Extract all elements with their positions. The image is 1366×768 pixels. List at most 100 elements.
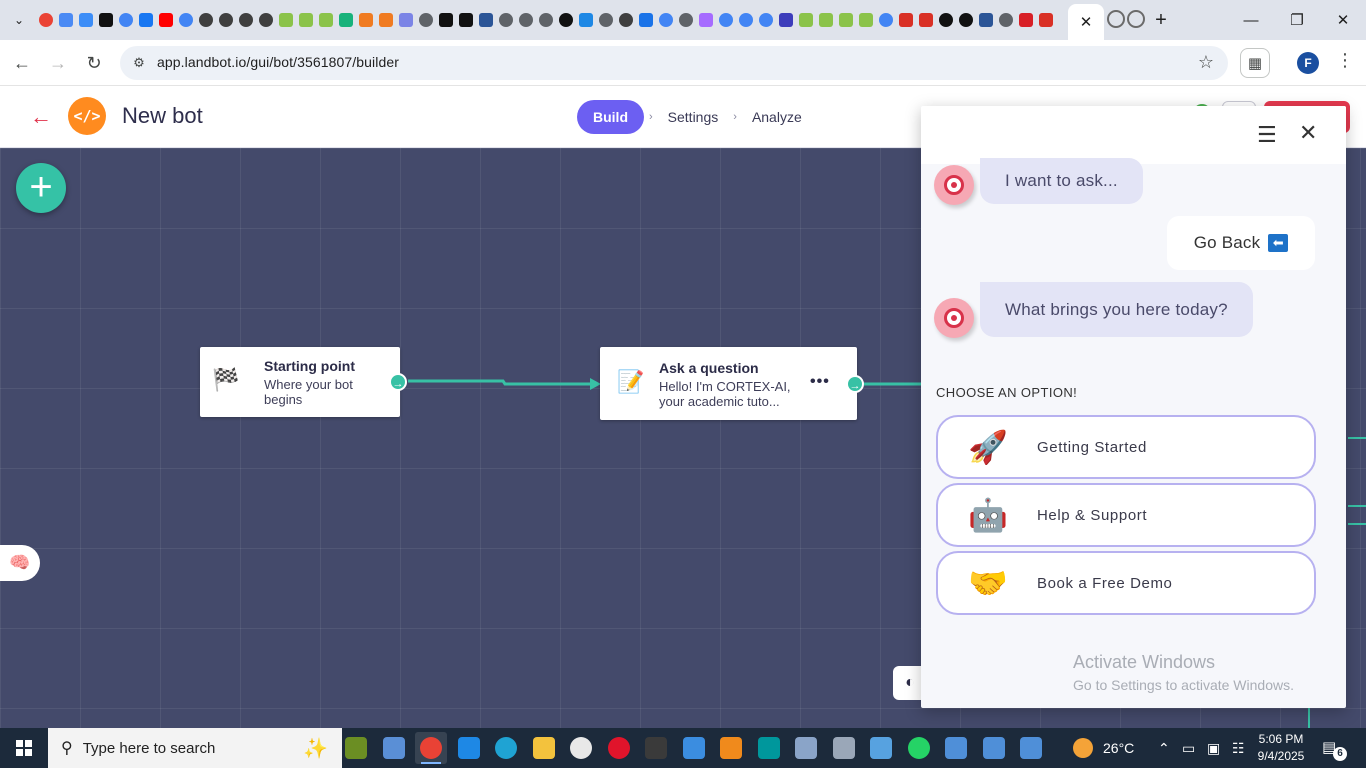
start-node[interactable]: 🏁 Starting point Where your bot begins — [200, 347, 400, 417]
facebook-icon[interactable] — [136, 10, 156, 30]
leaf-icon[interactable] — [856, 10, 876, 30]
restore-button[interactable]: ❐ — [1274, 0, 1320, 40]
leaf-icon[interactable] — [816, 10, 836, 30]
window-close-button[interactable]: ✕ — [1320, 0, 1366, 40]
site-info-icon[interactable]: ⚙ — [130, 54, 148, 72]
bot-name-title[interactable]: New bot — [122, 103, 203, 129]
arduino-icon[interactable] — [753, 732, 785, 764]
list-icon[interactable] — [776, 10, 796, 30]
ai-assistant-brain-icon[interactable]: 🧠 — [0, 545, 40, 581]
google-icon[interactable] — [736, 10, 756, 30]
x-ai-icon[interactable] — [436, 10, 456, 30]
vscode-icon[interactable] — [576, 10, 596, 30]
bookmark-star-icon[interactable]: ☆ — [1198, 52, 1214, 73]
pinned-tab-icon[interactable] — [1107, 10, 1125, 28]
chatgpt-icon[interactable] — [565, 732, 597, 764]
gmail-icon[interactable] — [916, 10, 936, 30]
store-icon[interactable] — [678, 732, 710, 764]
step-settings-tab[interactable]: Settings — [658, 100, 729, 134]
brain-icon[interactable] — [696, 10, 716, 30]
option-help-support-button[interactable]: 🤖 Help & Support — [936, 483, 1316, 547]
paint-icon[interactable] — [865, 732, 897, 764]
folder-icon[interactable] — [940, 732, 972, 764]
globe-icon[interactable] — [996, 10, 1016, 30]
file-explorer-icon[interactable] — [528, 732, 560, 764]
folder-icon[interactable] — [1015, 732, 1047, 764]
step-build-tab[interactable]: Build — [577, 100, 644, 134]
system-clock[interactable]: 5:06 PM 9/4/2025 — [1252, 731, 1310, 765]
globe-icon[interactable] — [496, 10, 516, 30]
hamburger-menu-icon[interactable]: ☰ — [1257, 122, 1277, 148]
globe-icon[interactable] — [516, 10, 536, 30]
orange-box-icon[interactable] — [356, 10, 376, 30]
chatgpt-icon[interactable] — [236, 10, 256, 30]
globe-icon[interactable] — [676, 10, 696, 30]
gmail-icon[interactable] — [1036, 10, 1056, 30]
google-icon[interactable] — [656, 10, 676, 30]
pinned-tab-icon[interactable] — [1127, 10, 1145, 28]
forward-arrow-icon[interactable]: → — [44, 49, 72, 77]
wifi-icon[interactable]: ☷ — [1232, 740, 1245, 757]
my-icon[interactable] — [1016, 10, 1036, 30]
output-port-arrow-icon[interactable]: → — [846, 375, 864, 393]
option-book-demo-button[interactable]: 🤝 Book a Free Demo — [936, 551, 1316, 615]
black-tab-icon[interactable] — [96, 10, 116, 30]
globe-icon[interactable] — [416, 10, 436, 30]
google-icon[interactable] — [876, 10, 896, 30]
leaf-icon[interactable] — [836, 10, 856, 30]
robot-icon[interactable] — [976, 10, 996, 30]
google-icon[interactable] — [756, 10, 776, 30]
google-icon[interactable] — [176, 10, 196, 30]
google-drive-icon[interactable] — [36, 10, 56, 30]
github-icon[interactable] — [556, 10, 576, 30]
tray-overflow-chevron-icon[interactable]: ⌃ — [1158, 740, 1170, 757]
output-port-arrow-icon[interactable]: → — [389, 373, 407, 391]
chatgpt-icon[interactable] — [216, 10, 236, 30]
tab-search-chevron-icon[interactable]: ⌄ — [8, 9, 30, 31]
chatgpt-icon[interactable] — [616, 10, 636, 30]
add-block-button[interactable]: + — [16, 163, 66, 213]
gmail-icon[interactable] — [896, 10, 916, 30]
remote-desktop-icon[interactable] — [378, 732, 410, 764]
address-bar[interactable]: ⚙ app.landbot.io/gui/bot/3561807/builder… — [120, 46, 1228, 80]
leaf-icon[interactable] — [316, 10, 336, 30]
browser-menu-icon[interactable]: ⋮ — [1336, 50, 1354, 71]
dots-icon[interactable] — [828, 732, 860, 764]
github-icon[interactable] — [936, 10, 956, 30]
puzzle-icon[interactable] — [636, 10, 656, 30]
leaf-icon[interactable] — [276, 10, 296, 30]
edge-icon[interactable] — [490, 732, 522, 764]
vlc-icon[interactable] — [715, 732, 747, 764]
chatgpt-icon[interactable] — [196, 10, 216, 30]
shield-icon[interactable] — [336, 10, 356, 30]
opera-icon[interactable] — [603, 732, 635, 764]
orange-box-icon[interactable] — [376, 10, 396, 30]
node-options-menu-icon[interactable]: ••• — [810, 373, 830, 391]
github-icon[interactable] — [956, 10, 976, 30]
step-analyze-tab[interactable]: Analyze — [742, 100, 812, 134]
terminal-icon[interactable] — [640, 732, 672, 764]
battery-icon[interactable]: ▭ — [1182, 740, 1195, 757]
robot-icon[interactable] — [476, 10, 496, 30]
url-text[interactable]: app.landbot.io/gui/bot/3561807/builder — [157, 54, 399, 70]
globe-icon[interactable] — [536, 10, 556, 30]
question-node[interactable]: 📝 Ask a question Hello! I'm CORTEX-AI, y… — [600, 347, 857, 420]
google-icon[interactable] — [716, 10, 736, 30]
taskbar-search-box[interactable]: ⚲ Type here to search ✨ — [48, 728, 342, 768]
folder-icon[interactable] — [978, 732, 1010, 764]
reload-icon[interactable]: ↻ — [80, 49, 108, 77]
globe-icon[interactable] — [596, 10, 616, 30]
mail-icon[interactable] — [396, 10, 416, 30]
close-preview-icon[interactable]: ✕ — [1299, 120, 1317, 146]
leaf-icon[interactable] — [296, 10, 316, 30]
gemini-icon[interactable] — [56, 10, 76, 30]
whatsapp-icon[interactable] — [903, 732, 935, 764]
copilot-icon[interactable] — [76, 10, 96, 30]
active-tab-close-button[interactable]: ✕ — [1068, 4, 1104, 40]
vscode-icon[interactable] — [453, 732, 485, 764]
chatgpt-icon[interactable] — [256, 10, 276, 30]
network-icon[interactable] — [790, 732, 822, 764]
profile-avatar[interactable]: F — [1297, 52, 1319, 74]
x-ai-icon[interactable] — [456, 10, 476, 30]
weather-widget[interactable]: 26°C — [1073, 728, 1134, 768]
